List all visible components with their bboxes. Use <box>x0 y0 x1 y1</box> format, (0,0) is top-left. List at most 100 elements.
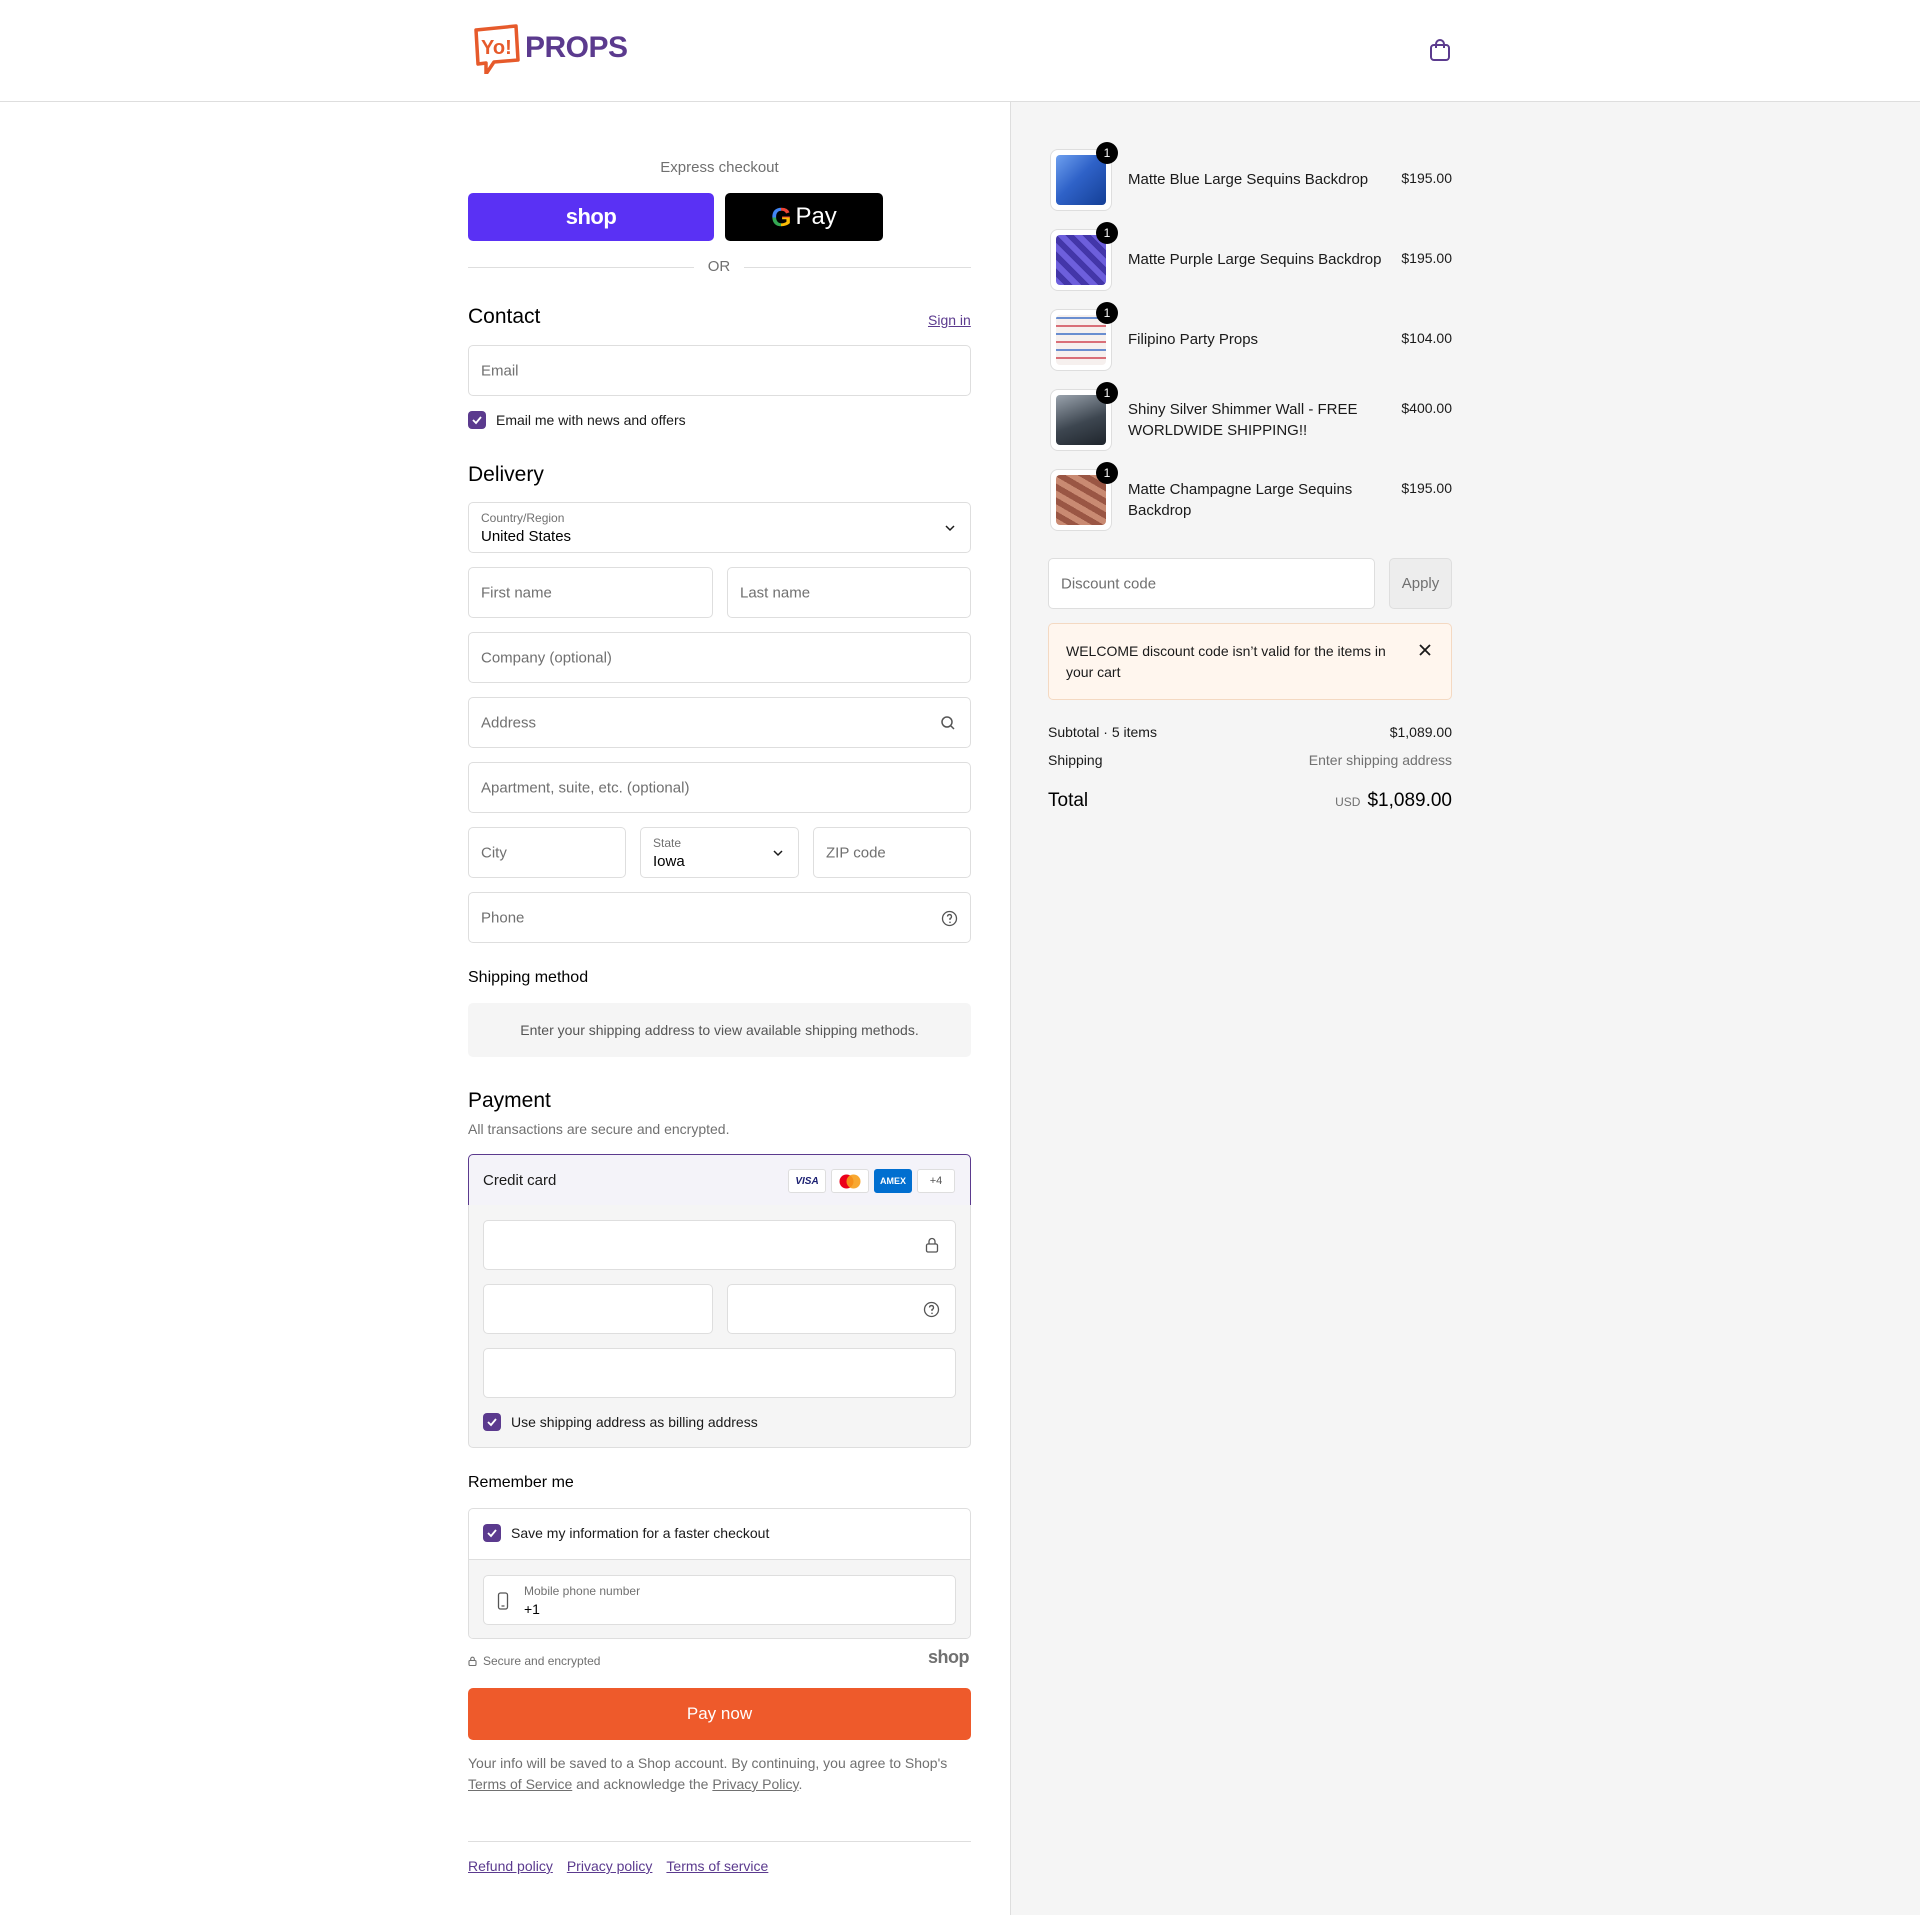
logo-speech-bubble-icon: Yo! <box>474 24 520 74</box>
product-image <box>1056 155 1106 205</box>
email-field[interactable]: Email <box>468 345 971 396</box>
lock-icon <box>925 1237 939 1253</box>
cart-item-name: Shiny Silver Shimmer Wall - FREE WORLDWI… <box>1128 401 1358 439</box>
cart-item-price: $400.00 <box>1401 400 1452 416</box>
google-g-icon: G <box>771 201 792 232</box>
chevron-down-icon <box>945 524 955 531</box>
quantity-badge: 1 <box>1096 302 1118 324</box>
address-field[interactable]: Address <box>468 697 971 748</box>
legal-text-part1: Your info will be saved to a Shop accoun… <box>468 1755 948 1771</box>
first-name-field[interactable]: First name <box>468 567 713 618</box>
refund-policy-link[interactable]: Refund policy <box>468 1858 553 1874</box>
cart-item-price: $195.00 <box>1401 170 1452 186</box>
shop-terms-link[interactable]: Terms of Service <box>468 1776 572 1792</box>
last-name-field[interactable]: Last name <box>727 567 971 618</box>
pay-now-button[interactable]: Pay now <box>468 1688 971 1740</box>
card-number-field[interactable] <box>483 1220 956 1270</box>
google-pay-label: Pay <box>795 203 837 230</box>
terms-of-service-link[interactable]: Terms of service <box>666 1858 768 1874</box>
zip-field[interactable]: ZIP code <box>813 827 971 878</box>
last-name-placeholder: Last name <box>740 584 811 601</box>
product-image <box>1056 235 1106 285</box>
cart-item-thumbnail: 1 <box>1050 302 1118 371</box>
shop-pay-button[interactable]: shop <box>468 193 714 241</box>
total-amount: USD $1,089.00 <box>1335 790 1452 812</box>
company-field[interactable]: Company (optional) <box>468 632 971 683</box>
name-on-card-field[interactable] <box>483 1348 956 1398</box>
privacy-policy-link[interactable]: Privacy policy <box>567 1858 653 1874</box>
apply-discount-button[interactable]: Apply <box>1389 558 1452 609</box>
amex-icon: AMEX <box>874 1169 912 1193</box>
save-info-label: Save my information for a faster checkou… <box>511 1525 770 1541</box>
newsletter-label: Email me with news and offers <box>496 412 686 428</box>
country-select[interactable]: Country/Region United States <box>468 502 971 553</box>
help-icon[interactable] <box>941 910 958 927</box>
city-field[interactable]: City <box>468 827 626 878</box>
search-icon <box>941 716 955 730</box>
quantity-badge: 1 <box>1096 382 1118 404</box>
quantity-badge: 1 <box>1096 462 1118 484</box>
save-info-checkbox[interactable] <box>483 1524 501 1542</box>
discount-error-banner: WELCOME discount code isn’t valid for th… <box>1048 623 1452 700</box>
pay-now-label: Pay now <box>686 1704 753 1723</box>
billing-checkbox-row[interactable]: Use shipping address as billing address <box>483 1413 758 1431</box>
phone-field[interactable]: Phone <box>468 892 971 943</box>
security-code-field[interactable] <box>727 1284 956 1334</box>
logo-text: PROPS <box>525 31 628 64</box>
company-placeholder: Company (optional) <box>481 649 612 666</box>
mobile-phone-icon <box>497 1592 509 1610</box>
total-value: $1,089.00 <box>1367 790 1452 811</box>
delivery-heading: Delivery <box>468 463 544 486</box>
apartment-field[interactable]: Apartment, suite, etc. (optional) <box>468 762 971 813</box>
cart-item-name: Matte Champagne Large Sequins Backdrop <box>1128 481 1353 519</box>
discount-code-placeholder: Discount code <box>1061 575 1157 592</box>
newsletter-checkbox-row[interactable]: Email me with news and offers <box>468 411 686 429</box>
apartment-placeholder: Apartment, suite, etc. (optional) <box>481 779 690 796</box>
shipping-label: Shipping <box>1048 752 1103 768</box>
footer-divider <box>468 1841 971 1842</box>
product-image <box>1056 395 1106 445</box>
expiration-field[interactable] <box>483 1284 713 1334</box>
save-info-checkbox-row[interactable]: Save my information for a faster checkou… <box>483 1524 769 1542</box>
discount-code-field[interactable]: Discount code <box>1048 558 1375 609</box>
google-pay-button[interactable]: G Pay <box>725 193 883 241</box>
legal-text: Your info will be saved to a Shop accoun… <box>468 1753 971 1795</box>
shop-privacy-link[interactable]: Privacy Policy <box>712 1776 798 1792</box>
contact-heading: Contact <box>468 305 541 328</box>
state-value: Iowa <box>653 853 685 870</box>
shipping-value: Enter shipping address <box>1308 752 1452 768</box>
shopping-bag-icon[interactable] <box>1429 38 1451 62</box>
or-divider-text: OR <box>694 258 744 275</box>
logo-badge-text: Yo! <box>481 37 512 59</box>
credit-card-option[interactable]: Credit card VISA AMEX +4 <box>468 1154 971 1206</box>
legal-text-part2: and acknowledge the <box>576 1776 709 1792</box>
remember-me-heading: Remember me <box>468 1474 574 1491</box>
store-logo[interactable]: Yo! PROPS <box>472 22 628 74</box>
cart-item-price: $195.00 <box>1401 480 1452 496</box>
billing-label: Use shipping address as billing address <box>511 1414 758 1430</box>
more-cards-badge: +4 <box>917 1169 955 1193</box>
mastercard-icon <box>831 1169 869 1193</box>
zip-placeholder: ZIP code <box>826 844 886 861</box>
help-icon[interactable] <box>923 1301 940 1318</box>
express-checkout-label: Express checkout <box>660 159 779 176</box>
cart-item-thumbnail: 1 <box>1050 382 1118 451</box>
city-placeholder: City <box>481 844 507 861</box>
payment-heading: Payment <box>468 1089 551 1112</box>
payment-subtitle: All transactions are secure and encrypte… <box>468 1121 730 1137</box>
cart-item-name: Matte Blue Large Sequins Backdrop <box>1128 171 1369 188</box>
newsletter-checkbox[interactable] <box>468 411 486 429</box>
state-select[interactable]: State Iowa <box>640 827 799 878</box>
mobile-phone-field[interactable]: Mobile phone number +1 <box>483 1575 956 1625</box>
currency-code: USD <box>1335 795 1361 809</box>
cart-item-thumbnail: 1 <box>1050 222 1118 291</box>
billing-checkbox[interactable] <box>483 1413 501 1431</box>
lock-icon <box>468 1656 477 1666</box>
sign-in-link[interactable]: Sign in <box>928 312 971 328</box>
total-label: Total <box>1048 790 1089 811</box>
shipping-method-heading: Shipping method <box>468 969 589 986</box>
secure-label: Secure and encrypted <box>483 1654 601 1668</box>
shop-pay-label: shop <box>565 204 617 229</box>
close-icon[interactable] <box>1419 644 1431 656</box>
visa-icon: VISA <box>788 1169 826 1193</box>
